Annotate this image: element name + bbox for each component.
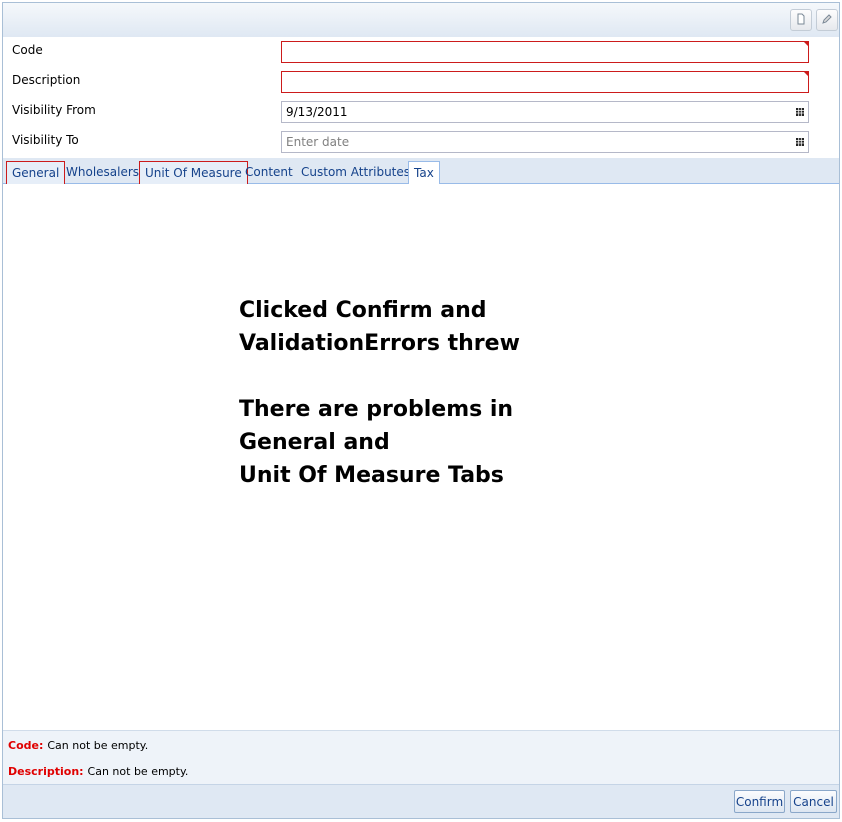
validation-error-item: Description: Can not be empty. xyxy=(8,765,188,778)
calendar-icon xyxy=(796,105,804,119)
visibility-to-calendar-button[interactable] xyxy=(793,132,807,152)
code-row: Code xyxy=(3,39,839,69)
visibility-from-calendar-button[interactable] xyxy=(793,102,807,122)
tab-tax[interactable]: Tax xyxy=(408,161,440,185)
top-toolbar xyxy=(3,3,839,37)
new-document-button[interactable] xyxy=(790,9,812,31)
annotation-line: Clicked Confirm and xyxy=(239,298,487,323)
confirm-button[interactable]: Confirm xyxy=(734,790,785,813)
code-field[interactable] xyxy=(281,41,809,63)
annotation-line: Unit Of Measure Tabs xyxy=(239,463,504,488)
visibility-to-row: Visibility To xyxy=(3,129,839,159)
description-row: Description xyxy=(3,69,839,99)
tab-unit-of-measure[interactable]: Unit Of Measure xyxy=(139,161,248,184)
cancel-button[interactable]: Cancel xyxy=(790,790,837,813)
code-error-marker xyxy=(804,42,809,47)
visibility-to-label: Visibility To xyxy=(12,133,79,147)
error-message: Can not be empty. xyxy=(47,739,149,752)
error-field-name: Code: xyxy=(8,739,44,752)
edit-button[interactable] xyxy=(816,9,838,31)
description-field[interactable] xyxy=(281,71,809,93)
edit-pencil-icon xyxy=(821,13,833,28)
annotation-spacer xyxy=(239,360,619,393)
tab-content[interactable]: Content xyxy=(240,161,298,184)
description-label: Description xyxy=(12,73,81,87)
validation-errors-panel: Code: Can not be empty. Description: Can n… xyxy=(3,730,839,784)
visibility-from-date-field[interactable] xyxy=(281,101,809,123)
new-document-icon xyxy=(795,13,807,28)
description-error-marker xyxy=(804,72,809,77)
tab-content-panel: Clicked Confirm and ValidationErrors thr… xyxy=(3,184,839,730)
dialog-window: Code Description Visibility From Visibil… xyxy=(2,2,840,819)
annotation-line: There are problems in xyxy=(239,397,514,422)
visibility-from-row: Visibility From xyxy=(3,99,839,129)
tab-custom-attributes[interactable]: Custom Attributes xyxy=(296,161,415,184)
footer-button-bar: Confirm Cancel xyxy=(3,784,839,818)
tab-strip: General Wholesalers Unit Of Measure Cont… xyxy=(3,158,839,185)
annotation-line: General and xyxy=(239,430,390,455)
error-message: Can not be empty. xyxy=(87,765,189,778)
error-field-name: Description: xyxy=(8,765,84,778)
tab-general[interactable]: General xyxy=(6,161,66,184)
validation-error-item: Code: Can not be empty. xyxy=(8,739,148,752)
visibility-from-label: Visibility From xyxy=(12,103,96,117)
tab-wholesalers[interactable]: Wholesalers xyxy=(61,161,144,184)
code-label: Code xyxy=(12,43,43,57)
calendar-icon xyxy=(796,135,804,149)
annotation-line: ValidationErrors threw xyxy=(239,331,520,356)
annotation-note: Clicked Confirm and ValidationErrors thr… xyxy=(239,294,619,492)
visibility-to-date-field[interactable] xyxy=(281,131,809,153)
